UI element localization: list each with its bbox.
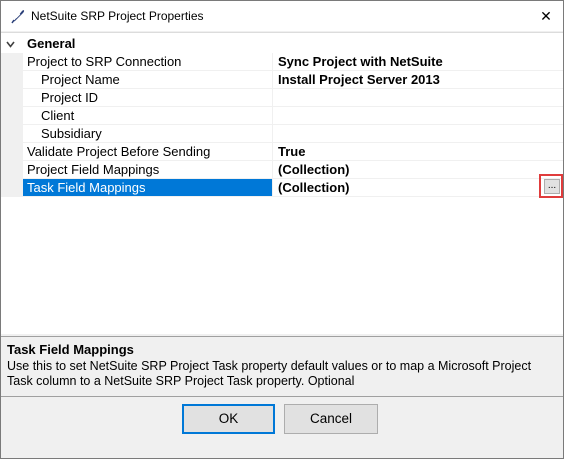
properties-dialog: NetSuite SRP Project Properties ✕ Genera…: [0, 0, 564, 459]
property-name[interactable]: Project Name: [23, 71, 273, 89]
property-row[interactable]: Project ID: [1, 89, 563, 107]
property-value[interactable]: True: [273, 143, 563, 161]
row-gutter: [1, 125, 23, 143]
property-row[interactable]: Subsidiary: [1, 125, 563, 143]
property-value[interactable]: [273, 107, 563, 125]
property-row[interactable]: Project Field Mappings (Collection): [1, 161, 563, 179]
property-grid: General Project to SRP Connection Sync Pr…: [1, 32, 563, 334]
description-panel: Task Field Mappings Use this to set NetS…: [1, 336, 563, 397]
row-gutter: [1, 53, 23, 71]
property-name[interactable]: Client: [23, 107, 273, 125]
property-row[interactable]: Project to SRP Connection Sync Project wi…: [1, 53, 563, 71]
row-gutter: [1, 143, 23, 161]
property-value[interactable]: [273, 125, 563, 143]
property-name[interactable]: Subsidiary: [23, 125, 273, 143]
property-row[interactable]: Project Name Install Project Server 2013: [1, 71, 563, 89]
property-value[interactable]: (Collection): [273, 161, 563, 179]
netsuite-feather-icon: [10, 8, 26, 24]
window-title: NetSuite SRP Project Properties: [31, 9, 204, 23]
property-value[interactable]: [273, 89, 563, 107]
row-gutter: [1, 107, 23, 125]
cancel-button[interactable]: Cancel: [284, 404, 378, 434]
property-row[interactable]: Task Field Mappings (Collection): [1, 179, 563, 197]
collapse-chevron-icon[interactable]: [5, 38, 16, 49]
title-bar: NetSuite SRP Project Properties ✕: [1, 1, 563, 31]
property-row[interactable]: Client: [1, 107, 563, 125]
property-name[interactable]: Project ID: [23, 89, 273, 107]
property-value[interactable]: Install Project Server 2013: [273, 71, 563, 89]
description-title: Task Field Mappings: [7, 342, 134, 357]
row-gutter: [1, 71, 23, 89]
property-row[interactable]: Validate Project Before Sending True: [1, 143, 563, 161]
property-name[interactable]: Validate Project Before Sending: [23, 143, 273, 161]
close-button[interactable]: ✕: [529, 1, 563, 31]
property-name[interactable]: Project Field Mappings: [23, 161, 273, 179]
description-text: Use this to set NetSuite SRP Project Tas…: [7, 359, 532, 388]
row-gutter: [1, 89, 23, 107]
property-name[interactable]: Task Field Mappings: [23, 179, 273, 197]
edit-collection-button[interactable]: ...: [544, 179, 560, 194]
property-name[interactable]: Project to SRP Connection: [23, 53, 273, 71]
ok-button[interactable]: OK: [182, 404, 275, 434]
category-general[interactable]: General: [1, 35, 563, 53]
category-label: General: [27, 36, 76, 51]
close-icon: ✕: [540, 7, 552, 24]
property-value[interactable]: (Collection): [273, 179, 563, 197]
row-gutter: [1, 179, 23, 197]
property-value[interactable]: Sync Project with NetSuite: [273, 53, 563, 71]
row-gutter: [1, 161, 23, 179]
